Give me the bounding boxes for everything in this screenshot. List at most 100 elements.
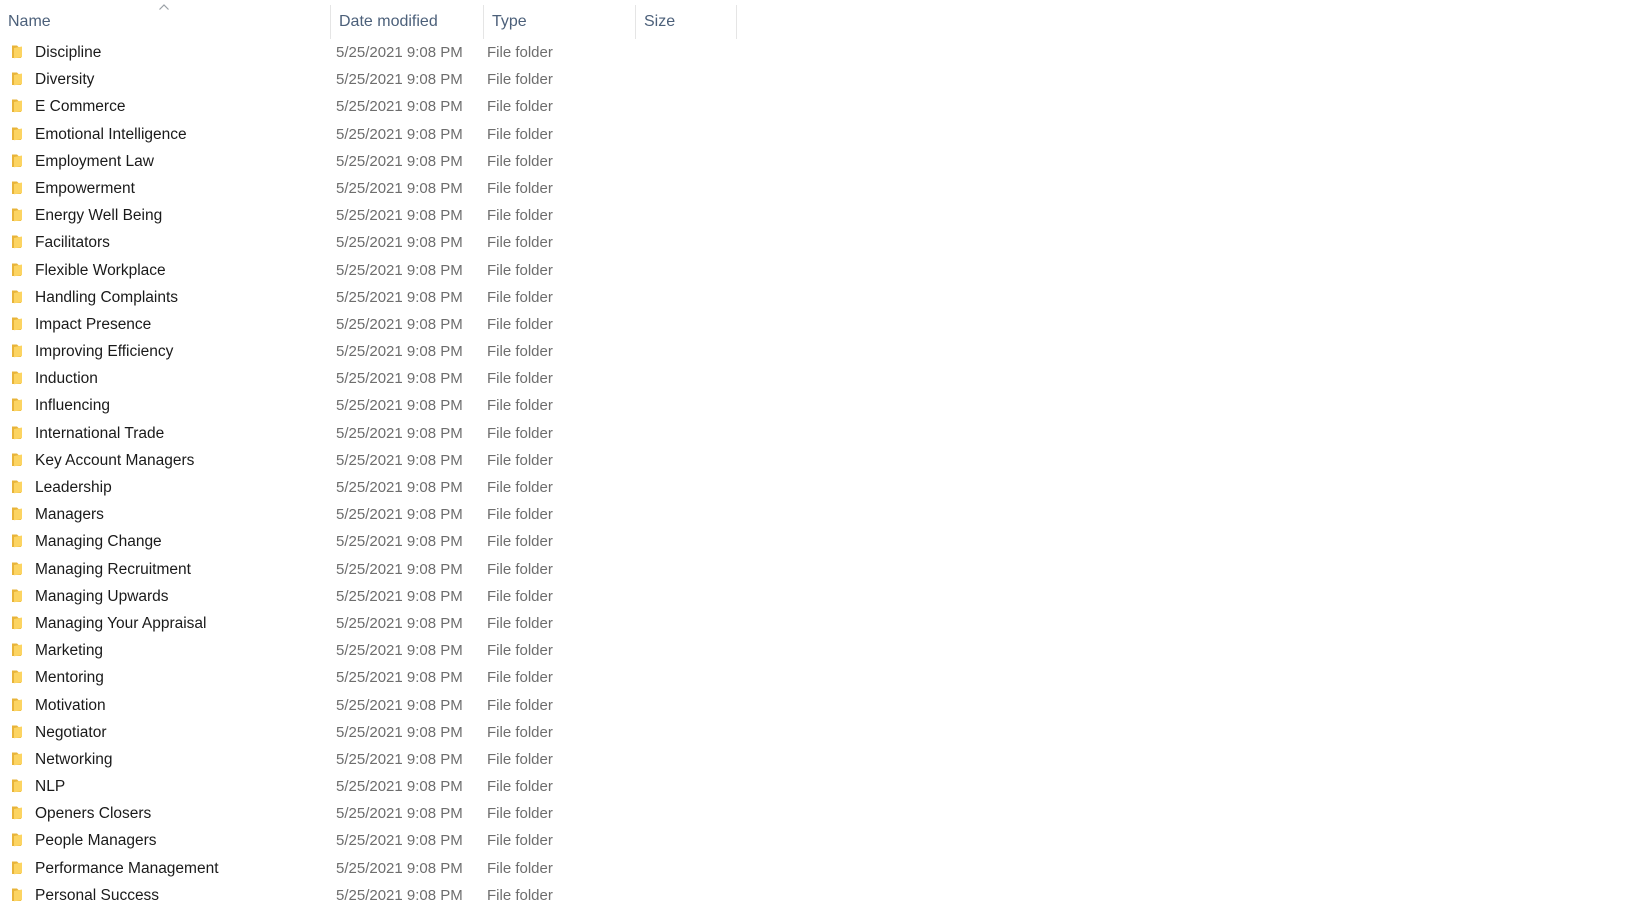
file-row[interactable]: E Commerce 5/25/2021 9:08 PM File folder	[0, 94, 740, 121]
folder-icon	[11, 696, 27, 712]
file-row[interactable]: NLP 5/25/2021 9:08 PM File folder	[0, 774, 740, 801]
file-type: File folder	[487, 506, 553, 524]
folder-icon	[11, 478, 27, 494]
file-row[interactable]: Personal Success 5/25/2021 9:08 PM File fo…	[0, 883, 740, 910]
file-type: File folder	[487, 179, 553, 197]
file-row[interactable]: Influencing 5/25/2021 9:08 PM File folder	[0, 393, 740, 420]
file-date-modified: 5/25/2021 9:08 PM	[336, 98, 463, 116]
folder-icon	[11, 206, 27, 222]
file-type: File folder	[487, 44, 553, 61]
file-row[interactable]: Performance Management 5/25/2021 9:08 PM F…	[0, 856, 740, 883]
file-type: File folder	[487, 288, 553, 306]
file-row[interactable]: Impact Presence 5/25/2021 9:08 PM File fol…	[0, 312, 740, 339]
file-row[interactable]: Managing Change 5/25/2021 9:08 PM File fol…	[0, 529, 740, 556]
file-name: Negotiator	[35, 723, 107, 741]
file-row[interactable]: Emotional Intelligence 5/25/2021 9:08 PM F…	[0, 122, 740, 149]
column-header-bar: Name Date modified Type Size	[0, 0, 740, 44]
file-row[interactable]: International Trade 5/25/2021 9:08 PM File…	[0, 421, 740, 448]
file-name: Improving Efficiency	[35, 343, 174, 361]
folder-icon	[11, 560, 27, 576]
file-date-modified: 5/25/2021 9:08 PM	[336, 315, 463, 333]
file-date-modified: 5/25/2021 9:08 PM	[336, 179, 463, 197]
file-row[interactable]: Managing Upwards 5/25/2021 9:08 PM File fo…	[0, 584, 740, 611]
folder-icon	[11, 859, 27, 875]
file-row[interactable]: Mentoring 5/25/2021 9:08 PM File folder	[0, 665, 740, 692]
file-row[interactable]: Diversity 5/25/2021 9:08 PM File folder	[0, 67, 740, 94]
file-date-modified: 5/25/2021 9:08 PM	[336, 343, 463, 361]
file-row[interactable]: Managers 5/25/2021 9:08 PM File folder	[0, 502, 740, 529]
column-header-name[interactable]: Name	[0, 5, 331, 39]
file-name: Empowerment	[35, 179, 135, 197]
column-header-type[interactable]: Type	[484, 5, 636, 39]
file-name: Induction	[35, 370, 98, 388]
file-type: File folder	[487, 234, 553, 252]
file-type: File folder	[487, 642, 553, 660]
folder-icon	[11, 750, 27, 766]
folder-icon	[11, 70, 27, 86]
file-type: File folder	[487, 723, 553, 741]
file-name: Handling Complaints	[35, 288, 179, 306]
file-row[interactable]: Empowerment 5/25/2021 9:08 PM File folder	[0, 176, 740, 203]
file-type: File folder	[487, 587, 553, 605]
file-type: File folder	[487, 479, 553, 496]
file-type: File folder	[487, 750, 553, 768]
file-list: Discipline 5/25/2021 9:08 PM File folder Di…	[0, 40, 740, 910]
file-date-modified: 5/25/2021 9:08 PM	[336, 669, 463, 687]
file-date-modified: 5/25/2021 9:08 PM	[336, 71, 463, 89]
file-date-modified: 5/25/2021 9:08 PM	[336, 560, 463, 578]
folder-icon	[11, 641, 27, 657]
file-name: Impact Presence	[35, 315, 152, 333]
file-type: File folder	[487, 805, 553, 823]
column-header-size[interactable]: Size	[636, 5, 737, 39]
file-row[interactable]: Energy Well Being 5/25/2021 9:08 PM File f…	[0, 203, 740, 230]
file-row[interactable]: Negotiator 5/25/2021 9:08 PM File folder	[0, 720, 740, 747]
file-name: Diversity	[35, 71, 95, 89]
file-row[interactable]: Openers Closers 5/25/2021 9:08 PM File fol…	[0, 801, 740, 828]
folder-icon	[11, 288, 27, 304]
file-type: File folder	[487, 152, 553, 170]
folder-icon	[11, 342, 27, 358]
file-row[interactable]: Leadership 5/25/2021 9:08 PM File folder	[0, 475, 740, 502]
file-name: Flexible Workplace	[35, 261, 166, 279]
file-name: Managing Recruitment	[35, 560, 191, 578]
file-type: File folder	[487, 424, 553, 442]
column-header-date-modified[interactable]: Date modified	[331, 5, 484, 39]
file-date-modified: 5/25/2021 9:08 PM	[336, 696, 463, 714]
file-row[interactable]: Facilitators 5/25/2021 9:08 PM File folder	[0, 230, 740, 257]
folder-icon	[11, 97, 27, 113]
file-row[interactable]: Marketing 5/25/2021 9:08 PM File folder	[0, 638, 740, 665]
file-date-modified: 5/25/2021 9:08 PM	[336, 424, 463, 442]
file-row[interactable]: Motivation 5/25/2021 9:08 PM File folder	[0, 693, 740, 720]
file-row[interactable]: Managing Your Appraisal 5/25/2021 9:08 PM…	[0, 611, 740, 638]
file-type: File folder	[487, 315, 553, 333]
file-name: International Trade	[35, 424, 165, 442]
file-row[interactable]: Improving Efficiency 5/25/2021 9:08 PM Fil…	[0, 339, 740, 366]
file-name: Employment Law	[35, 152, 154, 170]
file-row[interactable]: Discipline 5/25/2021 9:08 PM File folder	[0, 40, 740, 67]
file-row[interactable]: People Managers 5/25/2021 9:08 PM File fol…	[0, 828, 740, 855]
file-row[interactable]: Networking 5/25/2021 9:08 PM File folder	[0, 747, 740, 774]
file-row[interactable]: Employment Law 5/25/2021 9:08 PM File fold…	[0, 149, 740, 176]
folder-icon	[11, 777, 27, 793]
file-date-modified: 5/25/2021 9:08 PM	[336, 479, 463, 496]
file-name: Emotional Intelligence	[35, 125, 187, 143]
file-date-modified: 5/25/2021 9:08 PM	[336, 723, 463, 741]
folder-icon	[11, 125, 27, 141]
file-row[interactable]: Induction 5/25/2021 9:08 PM File folder	[0, 366, 740, 393]
file-date-modified: 5/25/2021 9:08 PM	[336, 451, 463, 469]
file-type: File folder	[487, 859, 553, 877]
folder-icon	[11, 886, 27, 902]
file-name: Leadership	[35, 479, 112, 496]
file-name: Energy Well Being	[35, 207, 163, 225]
file-row[interactable]: Handling Complaints 5/25/2021 9:08 PM File…	[0, 285, 740, 312]
file-row[interactable]: Flexible Workplace 5/25/2021 9:08 PM File …	[0, 258, 740, 285]
folder-icon	[11, 233, 27, 249]
file-row[interactable]: Key Account Managers 5/25/2021 9:08 PM Fil…	[0, 448, 740, 475]
folder-icon	[11, 424, 27, 440]
file-row[interactable]: Managing Recruitment 5/25/2021 9:08 PM Fil…	[0, 557, 740, 584]
file-type: File folder	[487, 696, 553, 714]
file-date-modified: 5/25/2021 9:08 PM	[336, 125, 463, 143]
file-type: File folder	[487, 560, 553, 578]
folder-icon	[11, 396, 27, 412]
folder-icon	[11, 831, 27, 847]
